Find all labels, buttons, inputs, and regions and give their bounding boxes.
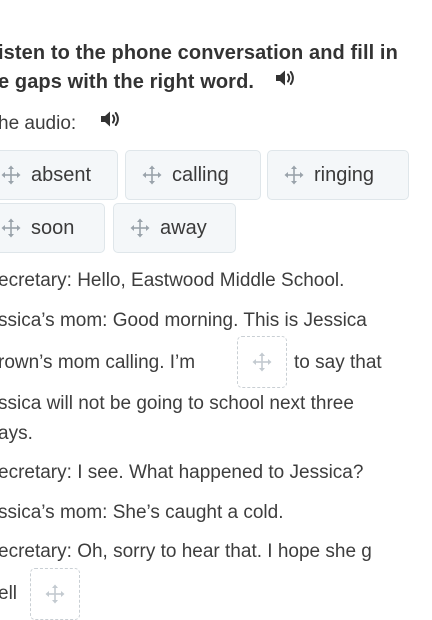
drag-move-icon xyxy=(1,218,21,238)
instruction-line-2: e gaps with the right word. xyxy=(0,71,255,93)
instruction-line-1: isten to the phone conversation and fill… xyxy=(0,42,398,64)
dialogue-line-9: ell xyxy=(0,583,18,604)
word-chip-label: ringing xyxy=(314,163,375,186)
audio-label: he audio: xyxy=(0,113,77,135)
word-chip-label: calling xyxy=(172,163,229,186)
drag-move-icon xyxy=(142,165,162,185)
instruction-line-2-row: e gaps with the right word. xyxy=(0,68,296,94)
word-chip-away[interactable]: away xyxy=(113,203,236,253)
audio-row: he audio: xyxy=(0,111,121,135)
word-chip-label: absent xyxy=(31,163,92,186)
drop-target-icon xyxy=(252,352,272,372)
dialogue-line-3a: rown’s mom calling. I’m xyxy=(0,352,196,373)
drag-move-icon xyxy=(130,218,150,238)
dialogue-line-3b: to say that xyxy=(294,352,382,373)
drop-target-icon xyxy=(45,584,65,604)
word-chip-ringing[interactable]: ringing xyxy=(267,150,409,200)
dialogue-line-6: ecretary: I see. What happened to Jessic… xyxy=(0,462,364,483)
word-chip-label: soon xyxy=(31,216,75,239)
drop-zone-1[interactable] xyxy=(237,336,287,388)
dialogue-line-5: ays. xyxy=(0,423,33,444)
dialogue-line-1: ecretary: Hello, Eastwood Middle School. xyxy=(0,270,345,291)
drag-move-icon xyxy=(1,165,21,185)
speaker-icon[interactable] xyxy=(274,68,296,94)
audio-play-icon[interactable] xyxy=(99,109,121,135)
dialogue-line-8: ecretary: Oh, sorry to hear that. I hope… xyxy=(0,541,372,562)
dialogue-line-4: ssica will not be going to school next t… xyxy=(0,393,354,414)
drop-zone-2[interactable] xyxy=(30,568,80,620)
dialogue-line-7: ssica’s mom: She’s caught a cold. xyxy=(0,502,284,523)
word-chip-label: away xyxy=(160,216,207,239)
drag-move-icon xyxy=(284,165,304,185)
dialogue-line-2: ssica’s mom: Good morning. This is Jessi… xyxy=(0,310,367,331)
word-chip-soon[interactable]: soon xyxy=(0,203,105,253)
word-chip-calling[interactable]: calling xyxy=(125,150,261,200)
word-chip-absent[interactable]: absent xyxy=(0,150,118,200)
